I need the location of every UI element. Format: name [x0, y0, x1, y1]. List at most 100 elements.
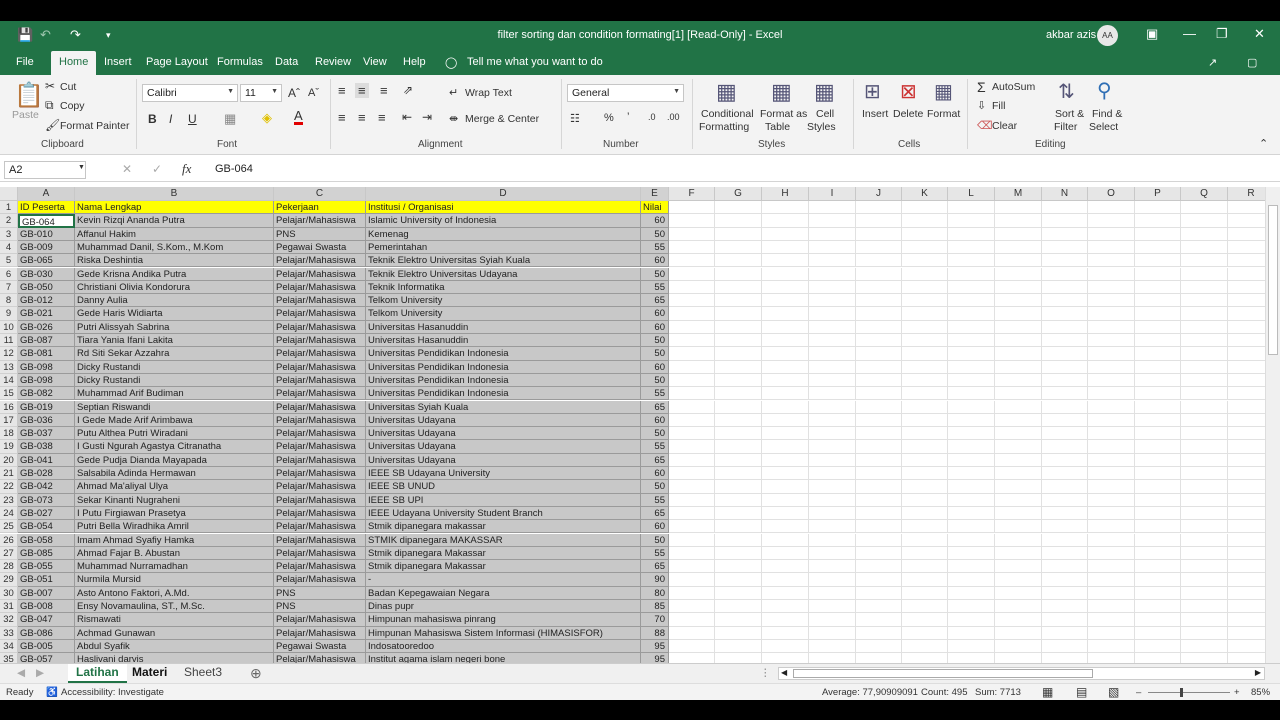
empty-cell[interactable]	[669, 360, 715, 374]
empty-cell[interactable]	[856, 427, 902, 441]
empty-cell[interactable]	[902, 307, 948, 321]
table-cell[interactable]: 55	[641, 387, 669, 401]
copy-icon[interactable]: ⧉	[45, 98, 54, 113]
empty-cell[interactable]	[1088, 240, 1135, 255]
table-cell[interactable]: Pelajar/Mahasiswa	[274, 613, 366, 627]
empty-cell[interactable]	[1042, 506, 1088, 521]
empty-cell[interactable]	[715, 600, 762, 614]
empty-cell[interactable]	[856, 506, 902, 521]
empty-cell[interactable]	[762, 626, 809, 640]
empty-cell[interactable]	[856, 520, 902, 534]
empty-cell[interactable]	[762, 334, 809, 348]
table-cell[interactable]: 60	[641, 214, 669, 228]
empty-cell[interactable]	[715, 201, 762, 215]
empty-cell[interactable]	[809, 227, 856, 241]
cancel-icon[interactable]: ✕	[122, 162, 132, 176]
table-cell[interactable]: Universitas Hasanuddin	[366, 320, 641, 334]
empty-cell[interactable]	[762, 653, 809, 663]
format-as-table-icon[interactable]: ▦	[771, 79, 792, 105]
empty-cell[interactable]	[1088, 334, 1135, 348]
empty-cell[interactable]	[1042, 373, 1088, 388]
empty-cell[interactable]	[902, 427, 948, 441]
empty-cell[interactable]	[995, 653, 1042, 663]
table-cell[interactable]: Muhammad Nurramadhan	[75, 560, 274, 574]
empty-cell[interactable]	[1135, 453, 1181, 467]
empty-cell[interactable]	[1135, 520, 1181, 534]
empty-cell[interactable]	[809, 586, 856, 600]
empty-cell[interactable]	[1042, 560, 1088, 574]
empty-cell[interactable]	[1228, 294, 1265, 308]
empty-cell[interactable]	[948, 467, 995, 481]
table-cell[interactable]: Nurmila Mursid	[75, 573, 274, 587]
name-box[interactable]: A2	[4, 161, 86, 179]
orientation-icon[interactable]: ⇗	[403, 83, 413, 97]
table-cell[interactable]: GB-021	[18, 307, 75, 321]
empty-cell[interactable]	[995, 626, 1042, 640]
empty-cell[interactable]	[1135, 586, 1181, 600]
table-cell[interactable]: Teknik Elektro Universitas Udayana	[366, 267, 641, 281]
table-cell[interactable]: GB-055	[18, 560, 75, 574]
table-cell[interactable]: Pelajar/Mahasiswa	[274, 360, 366, 374]
empty-cell[interactable]	[1228, 546, 1265, 561]
table-cell[interactable]: Pelajar/Mahasiswa	[274, 294, 366, 308]
table-cell[interactable]: GB-098	[18, 373, 75, 388]
empty-cell[interactable]	[856, 294, 902, 308]
empty-cell[interactable]	[809, 280, 856, 295]
empty-cell[interactable]	[1042, 214, 1088, 228]
table-cell[interactable]: GB-057	[18, 653, 75, 663]
empty-cell[interactable]	[715, 267, 762, 281]
chevron-down-icon[interactable]: ▼	[78, 164, 85, 171]
empty-cell[interactable]	[715, 427, 762, 441]
empty-cell[interactable]	[1088, 254, 1135, 268]
empty-cell[interactable]	[1228, 360, 1265, 374]
empty-cell[interactable]	[669, 467, 715, 481]
empty-cell[interactable]	[1135, 347, 1181, 361]
table-cell[interactable]: 65	[641, 506, 669, 521]
table-cell[interactable]: Pelajar/Mahasiswa	[274, 400, 366, 414]
empty-cell[interactable]	[1135, 560, 1181, 574]
table-cell[interactable]: GB-042	[18, 480, 75, 494]
empty-cell[interactable]	[948, 573, 995, 587]
empty-cell[interactable]	[995, 453, 1042, 467]
table-cell[interactable]: Gede Krisna Andika Putra	[75, 267, 274, 281]
empty-cell[interactable]	[902, 201, 948, 215]
table-cell[interactable]: Pelajar/Mahasiswa	[274, 334, 366, 348]
column-header[interactable]: O	[1088, 187, 1135, 201]
empty-cell[interactable]	[902, 626, 948, 640]
row-header[interactable]: 23	[0, 493, 18, 507]
minimize-icon[interactable]: —	[1183, 26, 1196, 41]
table-cell[interactable]: 65	[641, 453, 669, 467]
empty-cell[interactable]	[1181, 347, 1228, 361]
empty-cell[interactable]	[995, 294, 1042, 308]
column-header[interactable]: R	[1228, 187, 1265, 201]
table-cell[interactable]: Muhammad Arif Budiman	[75, 387, 274, 401]
empty-cell[interactable]	[762, 267, 809, 281]
table-cell[interactable]: 55	[641, 493, 669, 507]
table-cell[interactable]: 60	[641, 360, 669, 374]
table-cell[interactable]: Pelajar/Mahasiswa	[274, 573, 366, 587]
formula-input[interactable]: GB-064	[207, 161, 1275, 179]
format-as-table-button[interactable]: Format as	[760, 108, 807, 120]
empty-cell[interactable]	[1042, 227, 1088, 241]
empty-cell[interactable]	[1042, 427, 1088, 441]
empty-cell[interactable]	[669, 427, 715, 441]
empty-cell[interactable]	[1042, 653, 1088, 663]
table-cell[interactable]: GB-050	[18, 280, 75, 295]
empty-cell[interactable]	[1135, 280, 1181, 295]
empty-cell[interactable]	[948, 307, 995, 321]
table-cell[interactable]: Indosatooredoo	[366, 639, 641, 654]
format-painter-button[interactable]: Format Painter	[60, 120, 129, 132]
empty-cell[interactable]	[715, 639, 762, 654]
table-cell[interactable]: I Putu Firgiawan Prasetya	[75, 506, 274, 521]
paste-button[interactable]: Paste	[12, 109, 39, 121]
empty-cell[interactable]	[1181, 201, 1228, 215]
empty-cell[interactable]	[1181, 467, 1228, 481]
empty-cell[interactable]	[715, 294, 762, 308]
table-cell[interactable]: 50	[641, 480, 669, 494]
empty-cell[interactable]	[1135, 307, 1181, 321]
empty-cell[interactable]	[995, 573, 1042, 587]
clear-button[interactable]: Clear	[992, 120, 1017, 132]
empty-cell[interactable]	[856, 546, 902, 561]
borders-icon[interactable]: ▦	[224, 111, 236, 127]
fill-color-icon[interactable]: ◈	[262, 110, 272, 126]
